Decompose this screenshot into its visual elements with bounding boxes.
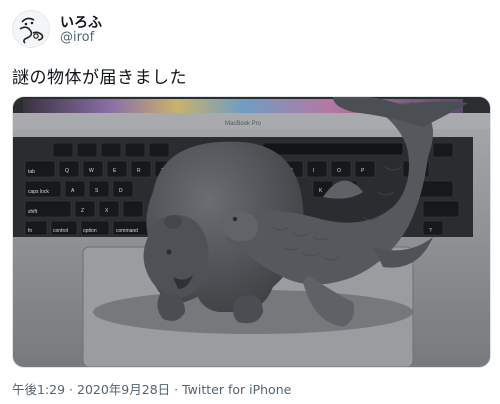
photo-3d-printed-figure: MacBook Pro tab Q W E R I O P caps lock … xyxy=(13,97,490,367)
key-r: R xyxy=(137,168,141,174)
tweet-text: 謎の物体が届きました xyxy=(12,68,187,88)
key-tab: tab xyxy=(28,169,35,175)
author-display-name[interactable]: いろふ xyxy=(60,12,102,32)
tweet-time[interactable]: 午後1:29 xyxy=(12,382,65,397)
key-command: command xyxy=(116,228,138,234)
meta-separator: · xyxy=(65,382,77,397)
key-i: I xyxy=(313,168,314,174)
key-caps-lock: caps lock xyxy=(28,189,49,195)
key-question: ? xyxy=(429,228,432,234)
key-z: Z xyxy=(81,208,84,214)
key-option: option xyxy=(83,228,97,234)
key-o: O xyxy=(337,168,341,174)
meta-separator: · xyxy=(170,382,183,397)
key-fn: fn xyxy=(28,228,32,234)
key-w: W xyxy=(89,168,94,174)
tweet-metadata: 午後1:29 · 2020年9月28日 · Twitter for iPhone xyxy=(12,379,291,398)
avatar-doodle-icon xyxy=(19,17,44,44)
key-q: Q xyxy=(65,168,69,174)
avatar[interactable] xyxy=(12,10,50,48)
author-handle[interactable]: @irof xyxy=(60,30,94,45)
key-shift: shift xyxy=(28,209,38,215)
key-d: D xyxy=(119,188,123,194)
key-control: control xyxy=(53,228,68,234)
tweet-date[interactable]: 2020年9月28日 xyxy=(77,382,170,397)
tweet-client[interactable]: Twitter for iPhone xyxy=(182,382,291,397)
tweet-photo[interactable]: MacBook Pro tab Q W E R I O P caps lock … xyxy=(12,96,491,368)
laptop-brand-label: MacBook Pro xyxy=(225,121,262,127)
